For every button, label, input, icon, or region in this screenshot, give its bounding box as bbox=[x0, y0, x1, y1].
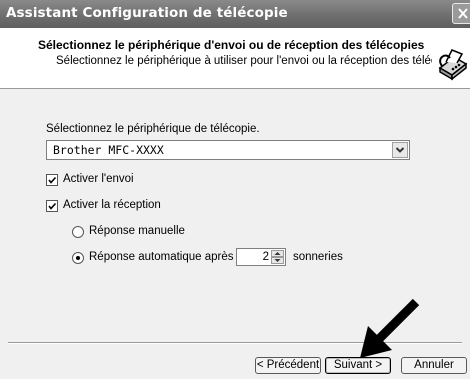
pointer-arrow-icon bbox=[360, 298, 420, 358]
auto-answer-label: Réponse automatique après bbox=[89, 251, 234, 263]
title-bar: Assistant Configuration de télécopie bbox=[0, 0, 470, 28]
fax-machine-icon bbox=[432, 44, 470, 82]
rings-spinner[interactable]: 2 bbox=[236, 248, 286, 266]
checkmark-icon bbox=[48, 202, 57, 210]
fax-configuration-wizard: Assistant Configuration de télécopie Sél… bbox=[0, 0, 470, 379]
manual-answer-label: Réponse manuelle bbox=[89, 225, 185, 237]
enable-receive-label: Activer la réception bbox=[63, 199, 161, 211]
manual-answer-radio[interactable] bbox=[72, 226, 84, 238]
dropdown-button[interactable] bbox=[392, 142, 408, 158]
enable-send-label: Activer l'envoi bbox=[63, 173, 134, 185]
auto-answer-radio[interactable] bbox=[72, 252, 84, 264]
spin-down-button[interactable] bbox=[271, 257, 284, 264]
checkmark-icon bbox=[48, 176, 57, 184]
enable-receive-checkbox[interactable] bbox=[46, 200, 58, 212]
arrow-up-icon bbox=[274, 252, 281, 255]
wizard-header: Sélectionnez le périphérique d'envoi ou … bbox=[0, 28, 470, 89]
back-button[interactable]: < Précédent bbox=[255, 357, 321, 374]
rings-value: 2 bbox=[262, 251, 269, 263]
enable-send-checkbox[interactable] bbox=[46, 174, 58, 186]
header-title: Sélectionnez le périphérique d'envoi ou … bbox=[38, 38, 425, 52]
radio-dot bbox=[76, 256, 80, 260]
close-button[interactable] bbox=[452, 3, 470, 24]
rings-unit-label: sonneries bbox=[293, 251, 343, 263]
device-select[interactable]: Brother MFC-XXXX bbox=[46, 140, 410, 160]
close-icon bbox=[458, 8, 468, 19]
spin-up-button[interactable] bbox=[271, 250, 284, 257]
arrow-down-icon bbox=[274, 259, 281, 262]
window-title: Assistant Configuration de télécopie bbox=[6, 5, 288, 21]
chevron-down-icon bbox=[395, 147, 405, 153]
device-label: Sélectionnez le périphérique de télécopi… bbox=[46, 123, 260, 135]
header-subtitle: Sélectionnez le périphérique à utiliser … bbox=[56, 55, 468, 67]
device-select-value: Brother MFC-XXXX bbox=[53, 143, 164, 157]
